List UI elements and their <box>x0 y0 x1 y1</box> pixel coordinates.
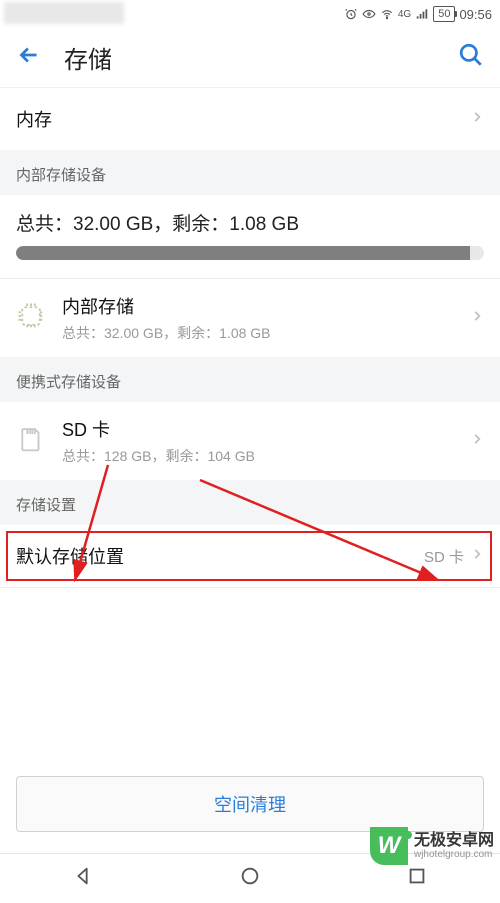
storage-summary: 总共：32.00 GB，剩余：1.08 GB <box>0 195 500 246</box>
signal-icon <box>415 7 429 21</box>
memory-row[interactable]: 内存 <box>0 88 500 150</box>
sd-card-sub: 总共：128 GB，剩余：104 GB <box>62 446 454 466</box>
default-storage-label: 默认存储位置 <box>16 543 424 569</box>
default-storage-row[interactable]: 默认存储位置 SD 卡 <box>0 525 500 587</box>
back-arrow-icon <box>16 42 42 68</box>
chevron-right-icon <box>470 547 484 566</box>
eye-icon <box>362 7 376 21</box>
chevron-right-icon <box>470 110 484 129</box>
settings-section-header: 存储设置 <box>0 480 500 525</box>
back-button[interactable] <box>16 42 42 73</box>
status-bar: 4G 50 09:56 <box>0 0 500 28</box>
watermark: W 无极安卓网 wjhotelgroup.com <box>370 827 494 865</box>
wifi-icon <box>380 7 394 21</box>
alarm-icon <box>344 7 358 21</box>
sd-card-item[interactable]: SD 卡 总共：128 GB，剩余：104 GB <box>0 402 500 480</box>
search-button[interactable] <box>458 42 484 73</box>
memory-label: 内存 <box>16 106 470 132</box>
app-header: 存储 <box>0 28 500 88</box>
internal-storage-item[interactable]: 内部存储 总共：32.00 GB，剩余：1.08 GB <box>0 279 500 357</box>
page-title: 存储 <box>64 40 458 75</box>
blurred-area <box>4 2 124 24</box>
chip-icon <box>16 301 46 335</box>
chevron-right-icon <box>470 432 484 451</box>
portable-section-header: 便携式存储设备 <box>0 357 500 402</box>
internal-section-header: 内部存储设备 <box>0 150 500 195</box>
watermark-logo-icon: W <box>370 827 408 865</box>
search-icon <box>458 42 484 68</box>
internal-storage-title: 内部存储 <box>62 293 454 319</box>
storage-progress <box>0 246 500 278</box>
sd-card-title: SD 卡 <box>62 416 454 442</box>
clock: 09:56 <box>459 7 492 22</box>
watermark-cn: 无极安卓网 <box>414 832 494 850</box>
default-storage-value: SD 卡 <box>424 546 464 567</box>
nav-home-button[interactable] <box>239 865 261 892</box>
clean-space-button[interactable]: 空间清理 <box>16 776 484 832</box>
internal-storage-sub: 总共：32.00 GB，剩余：1.08 GB <box>62 323 454 343</box>
nav-recent-button[interactable] <box>406 865 428 892</box>
network-label: 4G <box>398 9 411 20</box>
nav-back-button[interactable] <box>72 865 94 892</box>
watermark-en: wjhotelgroup.com <box>414 849 494 860</box>
battery-indicator: 50 <box>433 6 455 22</box>
chevron-right-icon <box>470 309 484 328</box>
sd-card-icon <box>16 424 46 458</box>
